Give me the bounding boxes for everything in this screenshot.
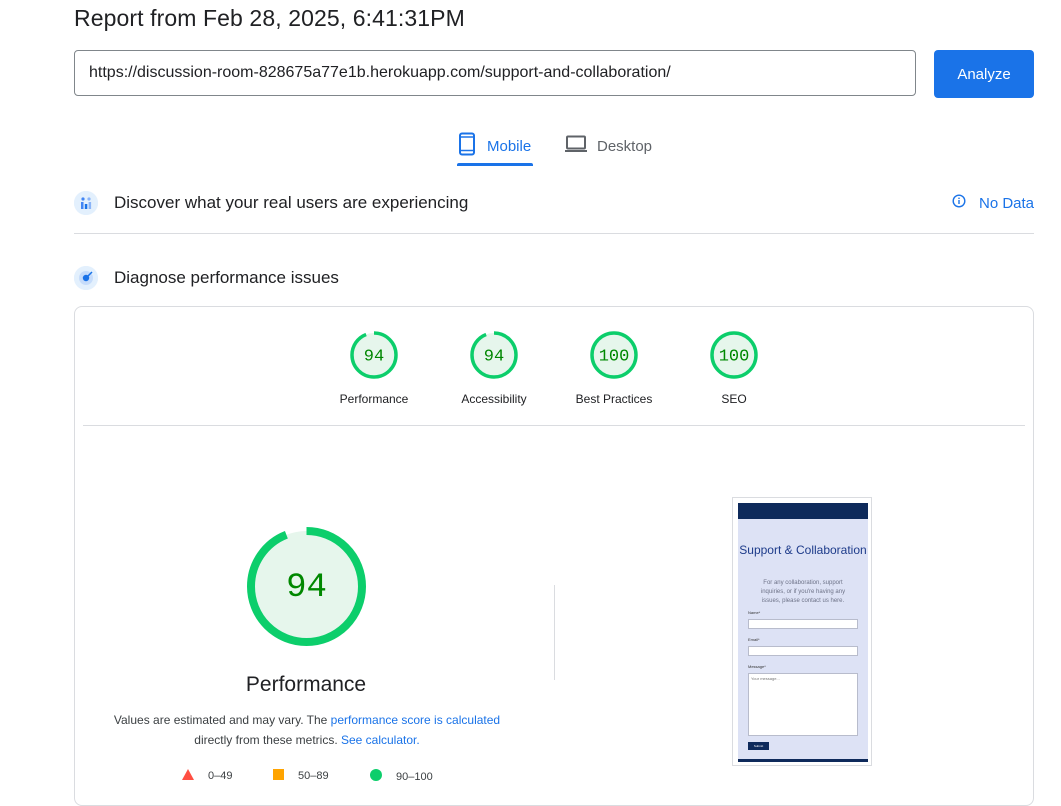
legend-average: 50–89 [273,769,329,783]
no-data-link[interactable]: No Data [952,194,1034,212]
gauge-accessibility[interactable]: 94 [469,330,519,385]
screenshot-email-field [748,646,858,656]
screenshot-name-field [748,619,858,629]
screenshot-name-label: Name* [748,610,761,615]
score-calculated-link[interactable]: performance score is calculated [331,713,500,727]
gauge-seo-value: 100 [719,348,750,367]
gauge-accessibility-value: 94 [484,348,504,367]
screenshot-message-label: Message* [748,664,766,669]
gauge-best-practices-ring: 100 [590,331,638,379]
screenshot-page: Support & Collaboration For any collabor… [738,503,868,762]
lighthouse-icon [74,266,98,290]
gauge-seo[interactable]: 100 [709,330,759,385]
screenshot-heading: Support & Collaboration [739,543,867,557]
screenshot-navbar [738,503,868,519]
tab-mobile-label: Mobile [487,137,532,155]
performance-score-large: 94 [286,569,327,607]
mobile-icon [457,132,477,160]
gauge-seo-label: SEO [721,392,747,406]
performance-gauge-large-ring: 94 [247,527,366,646]
see-calculator-link[interactable]: See calculator. [341,733,420,747]
gauge-best-practices-label: Best Practices [575,392,653,406]
vertical-divider [554,585,555,680]
legend-pass-label: 90–100 [396,770,433,783]
section-divider [74,233,1034,234]
final-screenshot[interactable]: Support & Collaboration For any collabor… [732,497,872,766]
gauge-accessibility-ring: 94 [470,331,518,379]
no-data-label: No Data [979,194,1035,212]
gauge-performance-ring: 94 [350,331,398,379]
field-data-title: Discover what your real users are experi… [114,193,469,212]
crux-users-icon [74,191,98,215]
screenshot-message-field: Your message... [748,673,858,736]
gauge-performance[interactable]: 94 [349,330,399,385]
screenshot-footer [738,759,868,762]
desc-prefix: Values are estimated and may vary. The [113,713,331,727]
performance-heading: Performance [245,673,367,696]
screenshot-email-label: Email* [748,637,760,642]
tab-mobile[interactable]: Mobile [457,128,534,166]
screenshot-message-placeholder: Your message... [751,676,780,681]
screenshot-submit-button: Submit [748,742,769,750]
gauge-performance-label: Performance [339,392,409,406]
diagnose-title: Diagnose performance issues [114,268,339,287]
screenshot-subtext: For any collaboration, support inquiries… [760,580,846,604]
gauge-seo-ring: 100 [710,331,758,379]
gauge-best-practices-value: 100 [599,348,630,367]
url-input[interactable]: https://discussion-room-828675a77e1b.her… [74,50,916,96]
tab-desktop[interactable]: Desktop [565,128,652,164]
desc-mid: directly from these metrics. [194,733,341,747]
gauge-performance-value: 94 [364,348,384,367]
info-icon [952,194,966,212]
legend-average-label: 50–89 [298,770,329,782]
analyze-button[interactable]: Analyze [934,50,1034,98]
triangle-icon [182,769,194,783]
report-title: Report from Feb 28, 2025, 6:41:31PM [74,5,465,31]
square-icon [273,769,284,783]
desktop-icon [565,135,587,157]
gauge-accessibility-label: Accessibility [461,392,527,406]
gauge-best-practices[interactable]: 100 [589,330,639,385]
legend-fail-label: 0–49 [208,770,233,782]
card-divider [83,425,1025,426]
circle-icon [370,769,382,784]
legend-fail: 0–49 [182,769,232,783]
performance-description: Values are estimated and may vary. The p… [104,710,510,750]
tab-desktop-label: Desktop [597,137,653,155]
legend-pass: 90–100 [370,769,433,784]
performance-gauge-large: 94 [246,526,367,652]
